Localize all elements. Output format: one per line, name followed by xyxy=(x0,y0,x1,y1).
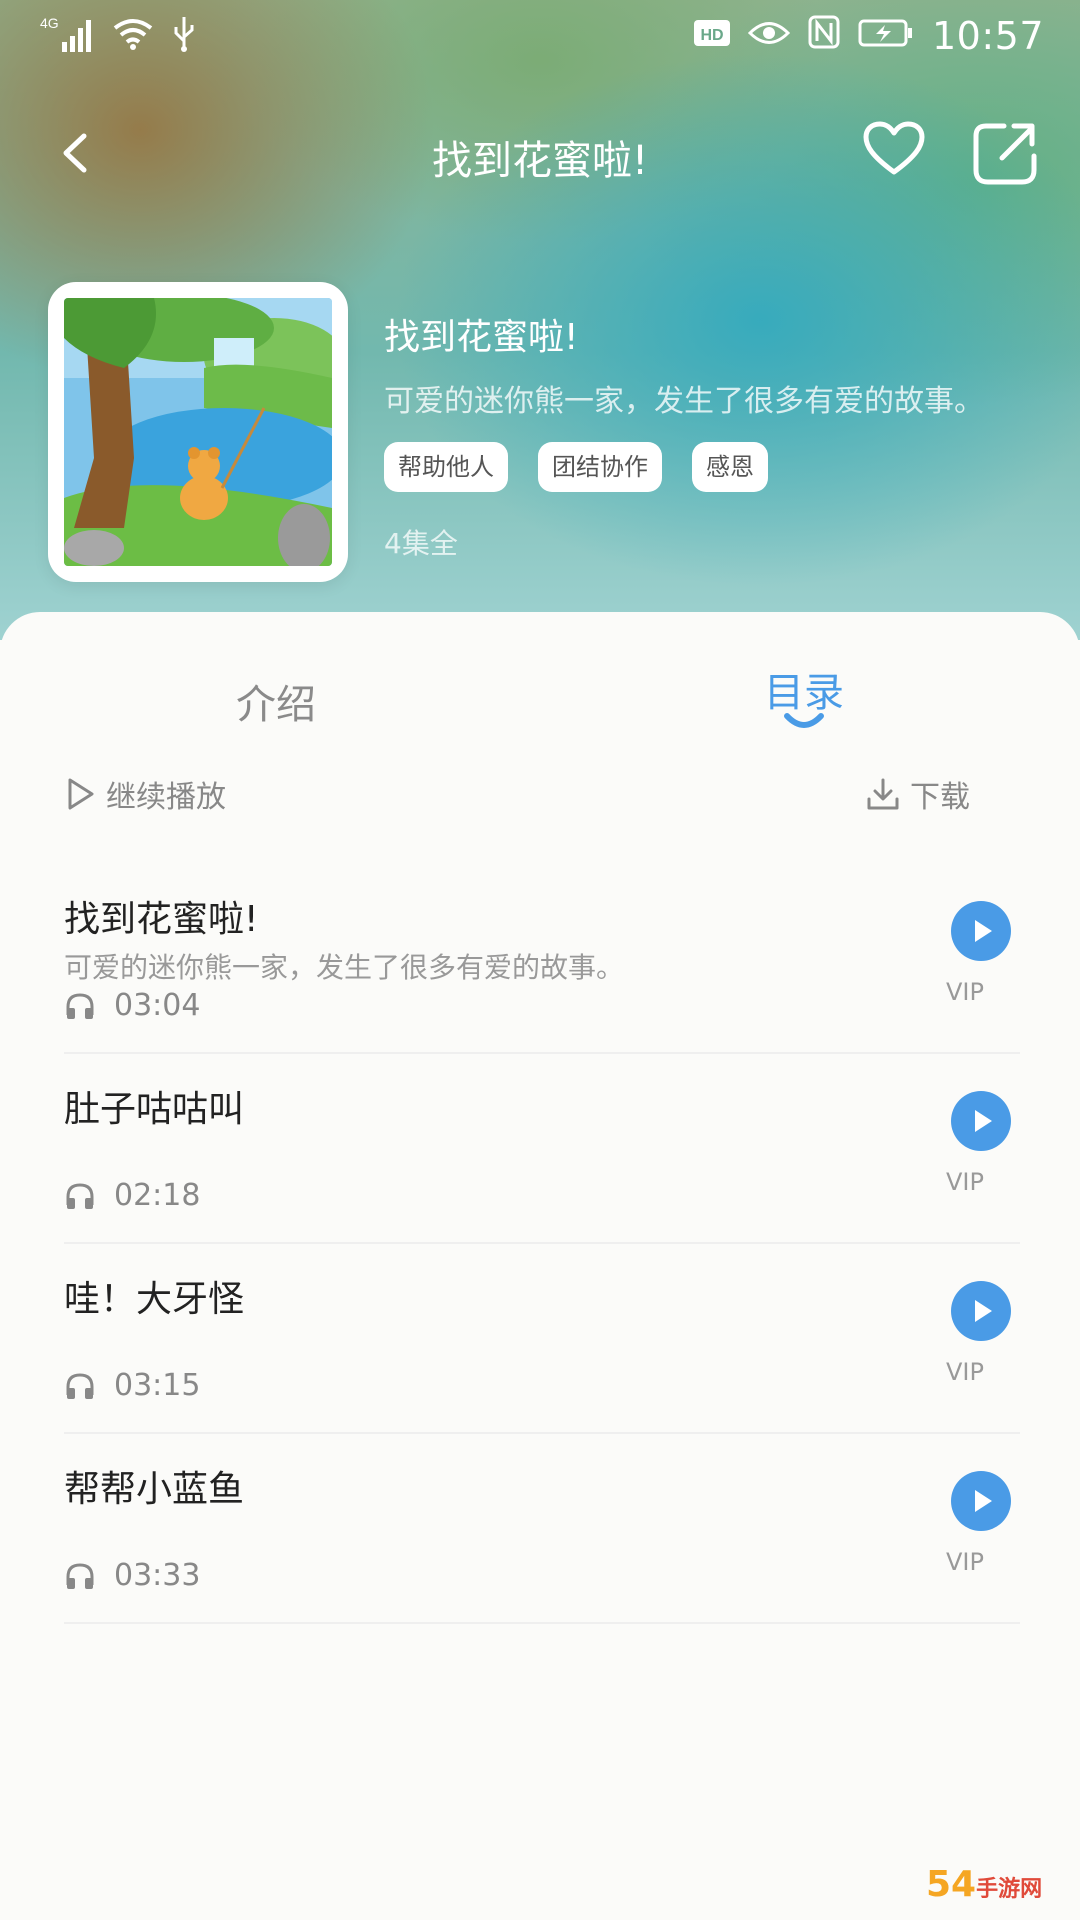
wifi-icon xyxy=(112,16,154,61)
vip-badge: VIP xyxy=(946,978,984,1006)
favorite-button[interactable] xyxy=(862,120,926,178)
episode-item[interactable]: 找到花蜜啦! 可爱的迷你熊一家，发生了很多有爱的故事。 03:04 VIP xyxy=(0,864,1080,1054)
play-button[interactable] xyxy=(950,1090,1012,1152)
watermark-sub: 手游网 xyxy=(976,1877,1043,1902)
continue-play-label: 继续播放 xyxy=(106,780,226,815)
play-icon xyxy=(951,1091,1011,1151)
episode-item[interactable]: 帮帮小蓝鱼 03:33 VIP xyxy=(0,1434,1080,1624)
vip-badge: VIP xyxy=(946,1548,984,1576)
episode-item[interactable]: 肚子咕咕叫 02:18 VIP xyxy=(0,1054,1080,1244)
play-icon xyxy=(951,1471,1011,1531)
tab-active-indicator xyxy=(784,713,824,728)
cellular-signal-icon: 4G xyxy=(40,14,94,63)
play-icon xyxy=(951,901,1011,961)
heart-icon xyxy=(863,121,925,175)
content-sheet: 介绍 目录 继续播放 下载 找到花蜜啦! 可爱的迷你熊一家，发生了很多有爱的故事… xyxy=(0,612,1080,1920)
play-button[interactable] xyxy=(950,1470,1012,1532)
play-outline-icon xyxy=(68,778,94,810)
headphones-icon xyxy=(66,1182,94,1209)
nfc-icon xyxy=(808,15,840,58)
episode-title: 帮帮小蓝鱼 xyxy=(64,1469,245,1510)
status-time: 10:57 xyxy=(931,14,1044,58)
episode-duration: 03:15 xyxy=(64,1368,200,1403)
episode-duration: 03:04 xyxy=(64,988,200,1023)
watermark-main: 54 xyxy=(926,1864,977,1905)
play-button[interactable] xyxy=(950,900,1012,962)
episode-list: 找到花蜜啦! 可爱的迷你熊一家，发生了很多有爱的故事。 03:04 VIP 肚子 xyxy=(0,864,1080,1624)
play-button[interactable] xyxy=(950,1280,1012,1342)
headphones-icon xyxy=(66,1372,94,1399)
headphones-icon xyxy=(66,992,94,1019)
duration-text: 03:04 xyxy=(114,988,201,1023)
vip-badge: VIP xyxy=(946,1358,984,1386)
episode-title: 哇！大牙怪 xyxy=(64,1279,245,1320)
tab-catalog[interactable]: 目录 xyxy=(764,660,844,718)
album-description: 可爱的迷你熊一家，发生了很多有爱的故事。 xyxy=(384,384,984,419)
tab-intro[interactable]: 介绍 xyxy=(236,672,316,730)
episode-item[interactable]: 哇！大牙怪 03:15 VIP xyxy=(0,1244,1080,1434)
duration-text: 03:33 xyxy=(114,1558,201,1593)
episode-duration: 02:18 xyxy=(64,1178,200,1213)
action-row: 继续播放 下载 xyxy=(0,772,1080,832)
share-button[interactable] xyxy=(972,120,1038,186)
tag-list: 帮助他人 团结协作 感恩 xyxy=(384,442,768,492)
duration-text: 03:15 xyxy=(114,1368,201,1403)
duration-text: 02:18 xyxy=(114,1178,201,1213)
continue-play-button[interactable]: 继续播放 xyxy=(66,772,226,816)
tag-chip[interactable]: 感恩 xyxy=(692,442,768,492)
play-icon xyxy=(951,1281,1011,1341)
episode-duration: 03:33 xyxy=(64,1558,200,1593)
hd-badge-icon: HD xyxy=(693,16,730,57)
episode-title: 找到花蜜啦! xyxy=(64,899,259,940)
eye-icon xyxy=(747,16,791,57)
watermark-logo: 54手游网 xyxy=(926,1864,1042,1905)
vip-badge: VIP xyxy=(946,1168,984,1196)
svg-text:4G: 4G xyxy=(40,15,59,31)
download-button[interactable]: 下载 xyxy=(866,772,970,816)
tag-chip[interactable]: 帮助他人 xyxy=(384,442,508,492)
usb-icon xyxy=(172,15,196,62)
episode-description: 可爱的迷你熊一家，发生了很多有爱的故事。 xyxy=(64,951,625,984)
headphones-icon xyxy=(66,1562,94,1589)
album-title: 找到花蜜啦! xyxy=(384,317,579,358)
tag-chip[interactable]: 团结协作 xyxy=(538,442,662,492)
share-icon xyxy=(973,123,1037,185)
cover-illustration xyxy=(64,298,332,566)
album-cover xyxy=(48,282,348,582)
episode-title: 肚子咕咕叫 xyxy=(64,1089,245,1130)
battery-charging-icon xyxy=(858,16,914,57)
status-bar: 4G HD 10:57 xyxy=(0,0,1080,72)
download-label: 下载 xyxy=(910,780,970,815)
episode-count: 4集全 xyxy=(384,527,458,560)
top-bar: 找到花蜜啦! xyxy=(0,100,1080,210)
svg-text:HD: HD xyxy=(700,27,723,44)
download-icon xyxy=(867,778,899,810)
